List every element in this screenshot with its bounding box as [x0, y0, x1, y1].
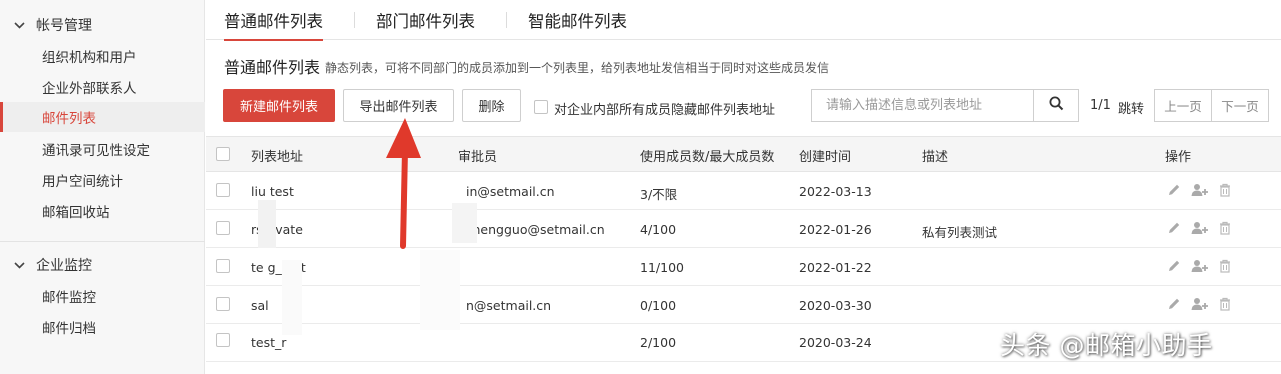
- list-address[interactable]: sal: [251, 298, 269, 313]
- redaction-blur: [420, 250, 460, 330]
- tab-separator: [506, 12, 507, 28]
- sidebar-item-label: 组织机构和用户: [42, 50, 137, 66]
- created-date: 2020-03-24: [799, 335, 872, 350]
- watermark: 头条 @邮箱小助手: [1000, 331, 1213, 360]
- new-list-button[interactable]: 新建邮件列表: [223, 89, 335, 122]
- annotation-arrow-icon: [386, 118, 421, 249]
- sidebar-item-directory-visibility[interactable]: 通讯录可见性设定: [0, 134, 205, 164]
- sidebar-item-label: 邮件列表: [42, 111, 96, 127]
- sidebar-item-label: 用户空间统计: [42, 174, 123, 190]
- tab-normal-lists[interactable]: 普通邮件列表: [224, 0, 323, 41]
- hide-address-label: 对企业内部所有成员隐藏邮件列表地址: [554, 103, 776, 118]
- search-box: [811, 89, 1079, 122]
- sidebar-group-account[interactable]: 帐号管理: [0, 10, 205, 40]
- add-user-icon[interactable]: [1191, 221, 1209, 235]
- created-date: 2022-03-13: [799, 184, 872, 199]
- sidebar-group-label: 企业监控: [36, 258, 92, 274]
- pencil-icon[interactable]: [1167, 183, 1181, 197]
- member-count: 0/100: [640, 298, 677, 313]
- pencil-icon[interactable]: [1167, 221, 1181, 235]
- row-checkbox[interactable]: [216, 297, 230, 311]
- select-all-checkbox[interactable]: [216, 147, 230, 161]
- sidebar-group-label: 帐号管理: [36, 18, 92, 34]
- pencil-icon[interactable]: [1167, 259, 1181, 273]
- column-header-actions: 操作: [1165, 150, 1192, 165]
- trash-icon[interactable]: [1219, 183, 1231, 197]
- sidebar-group-monitoring[interactable]: 企业监控: [0, 250, 205, 280]
- search-icon: [1049, 96, 1064, 115]
- table-row[interactable]: [206, 210, 1281, 248]
- next-page-button[interactable]: 下一页: [1211, 89, 1269, 122]
- page-title: 普通邮件列表: [224, 58, 321, 77]
- sidebar-item-external-contacts[interactable]: 企业外部联系人: [0, 72, 205, 102]
- page-indicator: 1/1: [1090, 98, 1111, 113]
- list-address[interactable]: liu test: [251, 184, 294, 199]
- sidebar-divider: [0, 241, 205, 242]
- search-button[interactable]: [1033, 90, 1078, 121]
- sidebar-item-mail-monitoring[interactable]: 邮件监控: [0, 281, 205, 311]
- row-actions: [1167, 259, 1231, 273]
- sidebar: 帐号管理 组织机构和用户 企业外部联系人 邮件列表 通讯录可见性设定 用户空间统…: [0, 0, 205, 374]
- sidebar-item-recycle-bin[interactable]: 邮箱回收站: [0, 196, 205, 226]
- search-input[interactable]: [812, 90, 1033, 121]
- redaction-blur: [258, 200, 276, 248]
- add-user-icon[interactable]: [1191, 259, 1209, 273]
- delete-button[interactable]: 删除: [462, 89, 521, 122]
- approver: n@setmail.cn: [466, 298, 552, 313]
- column-header-address: 列表地址: [251, 150, 304, 165]
- created-date: 2022-01-22: [799, 260, 872, 275]
- trash-icon[interactable]: [1219, 259, 1231, 273]
- add-user-icon[interactable]: [1191, 297, 1209, 311]
- sidebar-item-label: 邮箱回收站: [42, 205, 110, 221]
- column-header-members: 使用成员数/最大成员数: [640, 150, 775, 165]
- created-date: 2022-01-26: [799, 222, 872, 237]
- page-description: 静态列表，可将不同部门的成员添加到一个列表里，给列表地址发信相当于同时对这些成员…: [325, 61, 830, 75]
- redaction-blur: [452, 203, 477, 243]
- jump-link[interactable]: 跳转: [1118, 98, 1144, 117]
- member-count: 11/100: [640, 260, 684, 275]
- member-count: 3/不限: [640, 187, 678, 202]
- sidebar-item-org-users[interactable]: 组织机构和用户: [0, 41, 205, 71]
- add-user-icon[interactable]: [1191, 183, 1209, 197]
- sidebar-item-label: 企业外部联系人: [42, 81, 137, 97]
- sidebar-item-space-stats[interactable]: 用户空间统计: [0, 165, 205, 195]
- row-actions: [1167, 221, 1231, 235]
- created-date: 2020-03-30: [799, 298, 872, 313]
- prev-page-button[interactable]: 上一页: [1154, 89, 1212, 122]
- row-actions: [1167, 183, 1231, 197]
- sidebar-item-label: 邮件归档: [42, 321, 96, 337]
- column-header-created: 创建时间: [799, 150, 852, 165]
- trash-icon[interactable]: [1219, 297, 1231, 311]
- member-count: 4/100: [640, 222, 677, 237]
- sidebar-item-label: 通讯录可见性设定: [42, 143, 150, 159]
- tab-smart-lists[interactable]: 智能邮件列表: [528, 0, 627, 40]
- table-row[interactable]: [206, 172, 1281, 210]
- row-checkbox[interactable]: [216, 221, 230, 235]
- approver: in@setmail.cn: [466, 184, 555, 199]
- description: 私有列表测试: [922, 225, 998, 240]
- approver: shengguo@setmail.cn: [466, 222, 605, 237]
- tab-department-lists[interactable]: 部门邮件列表: [376, 0, 475, 40]
- column-header-approver: 审批员: [458, 150, 498, 165]
- chevron-down-icon: [12, 18, 26, 32]
- tab-bar: 普通邮件列表 部门邮件列表 智能邮件列表: [206, 0, 1281, 41]
- sidebar-item-mail-lists[interactable]: 邮件列表: [0, 102, 205, 132]
- trash-icon[interactable]: [1219, 221, 1231, 235]
- hide-address-checkbox[interactable]: [534, 100, 548, 114]
- redaction-blur: [282, 260, 302, 335]
- list-address[interactable]: test_r: [251, 335, 286, 350]
- row-checkbox[interactable]: [216, 183, 230, 197]
- chevron-down-icon: [12, 258, 26, 272]
- column-header-description: 描述: [922, 150, 949, 165]
- row-actions: [1167, 297, 1231, 311]
- sidebar-item-label: 邮件监控: [42, 290, 96, 306]
- table-row[interactable]: [206, 248, 1281, 286]
- pencil-icon[interactable]: [1167, 297, 1181, 311]
- row-checkbox[interactable]: [216, 259, 230, 273]
- row-checkbox[interactable]: [216, 333, 230, 347]
- member-count: 2/100: [640, 335, 677, 350]
- table-row[interactable]: [206, 286, 1281, 324]
- tab-separator: [354, 12, 355, 28]
- sidebar-item-mail-archive[interactable]: 邮件归档: [0, 312, 205, 342]
